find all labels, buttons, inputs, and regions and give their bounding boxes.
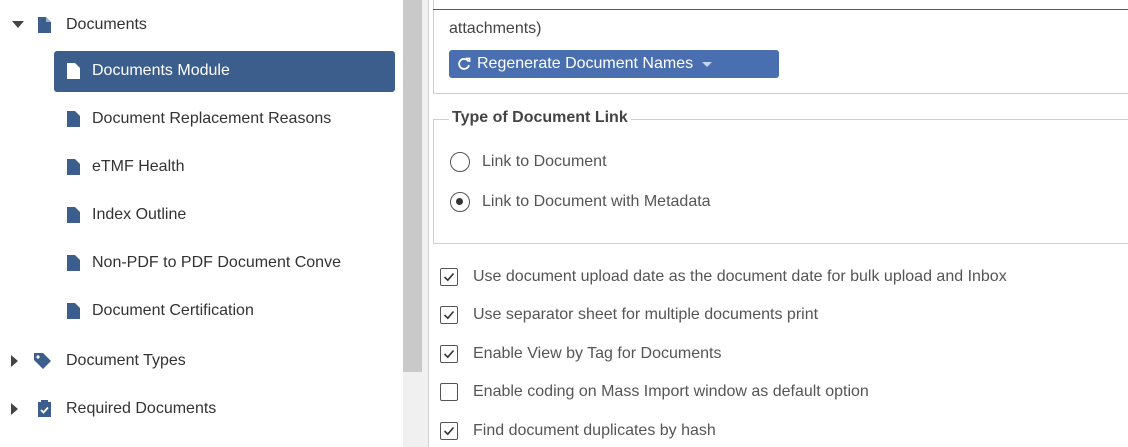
checkbox[interactable]	[440, 306, 458, 324]
document-link-legend: Type of Document Link	[449, 109, 631, 127]
chevron-down-icon[interactable]	[12, 21, 24, 28]
tree-item-index-outline[interactable]: Index Outline	[0, 195, 400, 235]
file-icon	[67, 159, 80, 175]
tree-item-label: Document Certification	[92, 302, 254, 319]
radio-button[interactable]	[450, 152, 470, 172]
check-icon	[443, 310, 455, 320]
option-duplicates-by-hash[interactable]: Find document duplicates by hash	[440, 422, 716, 440]
naming-section	[433, 0, 1128, 94]
regenerate-document-names-button[interactable]: Regenerate Document Names	[449, 50, 779, 78]
sidebar-scrollbar-thumb[interactable]	[403, 0, 422, 372]
check-icon	[443, 426, 455, 436]
regenerate-button-label: Regenerate Document Names	[477, 55, 694, 72]
refresh-icon	[458, 57, 471, 70]
file-icon	[38, 17, 51, 33]
chevron-right-icon[interactable]	[11, 403, 18, 415]
clipboard-check-icon	[38, 400, 51, 417]
tree-item-label: Index Outline	[92, 206, 187, 223]
sidebar-tree: Documents Documents Module Document Repl…	[0, 0, 403, 447]
tree-item-label: Documents	[66, 16, 147, 33]
option-label: Enable View by Tag for Documents	[473, 345, 722, 362]
checkbox[interactable]	[440, 383, 458, 401]
tree-item-document-certification[interactable]: Document Certification	[0, 291, 400, 331]
file-icon	[67, 207, 80, 223]
radio-button[interactable]	[450, 192, 470, 212]
settings-panel: attachments) Regenerate Document Names T…	[429, 0, 1128, 447]
tree-item-document-replacement-reasons[interactable]: Document Replacement Reasons	[0, 99, 400, 139]
tree-item-documents-module[interactable]: Documents Module	[0, 51, 400, 91]
file-icon	[67, 63, 80, 79]
chevron-right-icon[interactable]	[11, 355, 18, 367]
checkbox[interactable]	[440, 268, 458, 286]
tree-item-label: Required Documents	[66, 400, 217, 417]
attachments-text: attachments)	[449, 20, 542, 37]
document-link-fieldset	[433, 119, 1128, 244]
tree-item-etmf-health[interactable]: eTMF Health	[0, 147, 400, 187]
check-icon	[443, 272, 455, 282]
option-label: Enable coding on Mass Import window as d…	[473, 383, 869, 400]
tree-item-document-types[interactable]: Document Types	[0, 341, 400, 381]
checkbox[interactable]	[440, 422, 458, 440]
tree-item-required-documents[interactable]: Required Documents	[0, 389, 400, 429]
radio-link-with-metadata[interactable]: Link to Document with Metadata	[450, 192, 711, 212]
file-icon	[67, 303, 80, 319]
option-label: Find document duplicates by hash	[473, 422, 716, 439]
caret-down-icon[interactable]	[702, 61, 713, 67]
option-separator-sheet[interactable]: Use separator sheet for multiple documen…	[440, 306, 818, 324]
radio-label: Link to Document with Metadata	[482, 193, 711, 210]
radio-link-to-document[interactable]: Link to Document	[450, 152, 607, 172]
tree-item-label: eTMF Health	[92, 158, 185, 175]
option-label: Use separator sheet for multiple documen…	[473, 306, 819, 323]
tree-item-documents[interactable]: Documents	[0, 5, 400, 45]
tree-item-label: Document Types	[66, 352, 186, 369]
option-label: Use document upload date as the document…	[473, 268, 1007, 285]
tag-icon	[34, 353, 51, 369]
tree-item-label: Non-PDF to PDF Document Conve	[92, 254, 341, 271]
tree-item-label: Documents Module	[92, 62, 230, 79]
option-view-by-tag[interactable]: Enable View by Tag for Documents	[440, 345, 721, 363]
check-icon	[443, 349, 455, 359]
tree-item-non-pdf-to-pdf[interactable]: Non-PDF to PDF Document Conve	[0, 243, 400, 283]
section-top-border	[433, 9, 1128, 10]
tree-item-label: Document Replacement Reasons	[92, 110, 332, 127]
option-upload-date[interactable]: Use document upload date as the document…	[440, 268, 1007, 286]
checkbox[interactable]	[440, 345, 458, 363]
option-mass-import-coding[interactable]: Enable coding on Mass Import window as d…	[440, 383, 869, 401]
file-icon	[67, 255, 80, 271]
file-icon	[67, 111, 80, 127]
radio-label: Link to Document	[482, 153, 607, 170]
